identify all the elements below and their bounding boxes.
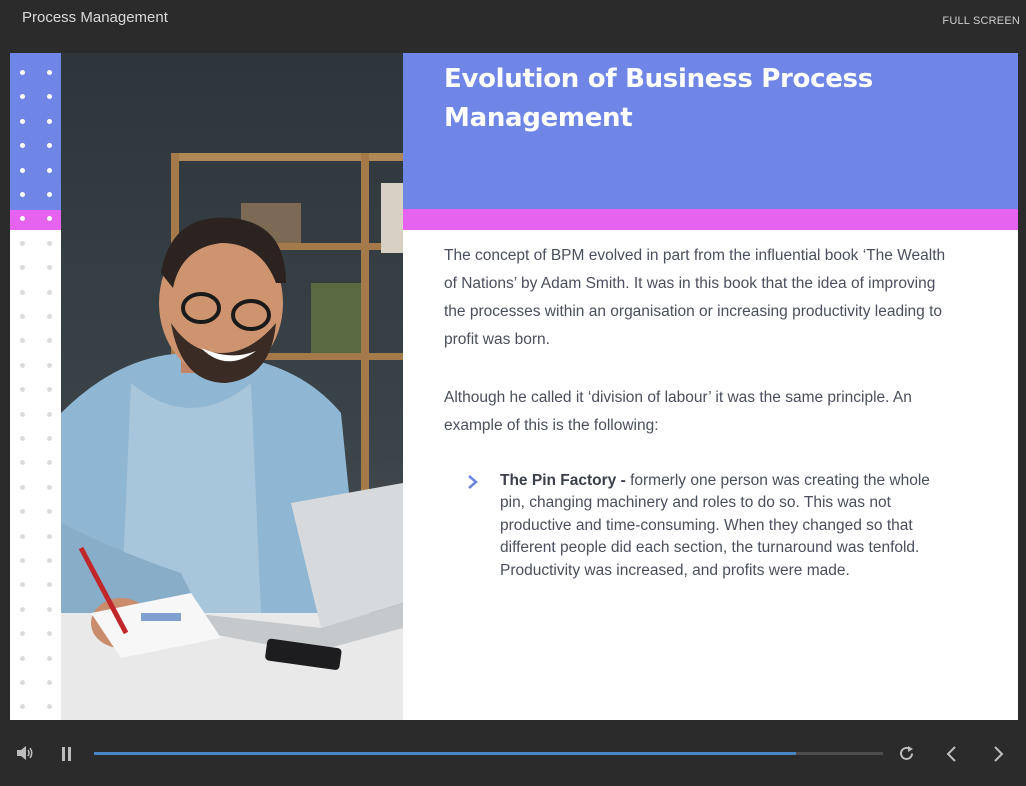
slide-title: Evolution of Business Process Management xyxy=(444,64,873,133)
decorative-dot xyxy=(47,70,52,75)
decorative-dot xyxy=(47,192,52,197)
decorative-dot xyxy=(20,631,25,637)
chevron-right-icon xyxy=(468,475,478,489)
fullscreen-button[interactable]: FULL SCREEN xyxy=(942,15,1020,27)
bullet-bold-label: The Pin Factory - xyxy=(500,472,631,489)
prev-icon[interactable] xyxy=(945,746,957,762)
decorative-dot xyxy=(47,631,52,637)
decorative-dot xyxy=(47,143,52,149)
decorative-dot xyxy=(47,655,52,661)
decorative-dot xyxy=(47,582,52,588)
decorative-dot xyxy=(47,460,52,466)
decorative-dot xyxy=(47,704,52,710)
bullet-text: The Pin Factory - formerly one person wa… xyxy=(500,470,945,582)
decorative-dot xyxy=(20,558,25,563)
decorative-dot-strip xyxy=(10,53,61,720)
decorative-dot xyxy=(20,655,25,661)
decorative-dot xyxy=(47,94,52,100)
decorative-dot xyxy=(47,484,52,490)
decorative-dot xyxy=(20,460,25,466)
paragraph-division-of-labour: Although he called it ‘division of labou… xyxy=(444,389,912,434)
decorative-dot xyxy=(20,606,25,612)
decorative-dot xyxy=(20,680,25,685)
decorative-dot xyxy=(47,606,52,612)
decorative-dot xyxy=(20,509,25,515)
replay-icon[interactable] xyxy=(898,745,915,762)
decorative-dot xyxy=(20,143,25,149)
decorative-dot xyxy=(20,265,25,271)
decorative-dot xyxy=(20,338,25,344)
decorative-dot xyxy=(20,314,25,319)
decorative-dot xyxy=(20,362,25,368)
decorative-dot xyxy=(47,558,52,563)
decorative-dot xyxy=(47,289,52,295)
decorative-dot xyxy=(47,362,52,368)
decorative-dot xyxy=(20,411,25,417)
decorative-dot xyxy=(47,167,52,173)
progress-bar[interactable] xyxy=(94,752,883,755)
decorative-dot xyxy=(20,167,25,173)
decorative-dot xyxy=(47,509,52,515)
decorative-dot xyxy=(47,338,52,344)
slide-photo xyxy=(61,53,403,720)
decorative-dot xyxy=(20,436,25,441)
decorative-dot xyxy=(20,216,25,222)
decorative-dot xyxy=(20,484,25,490)
player-controls xyxy=(0,720,1026,786)
top-bar: Process Management FULL SCREEN xyxy=(0,0,1026,53)
title-accent-bar xyxy=(403,209,1018,230)
decorative-dot xyxy=(47,387,52,393)
decorative-dot xyxy=(47,436,52,441)
app-title: Process Management xyxy=(22,9,168,26)
progress-fill xyxy=(94,752,797,755)
decorative-dot xyxy=(47,216,52,222)
decorative-dot xyxy=(20,118,25,124)
decorative-dot xyxy=(20,289,25,295)
decorative-dot xyxy=(20,94,25,100)
decorative-dot xyxy=(20,533,25,539)
decorative-dot xyxy=(20,192,25,197)
decorative-dot xyxy=(20,387,25,393)
decorative-dot xyxy=(47,240,52,246)
paragraph-intro: The concept of BPM evolved in part from … xyxy=(444,247,946,348)
next-icon[interactable] xyxy=(993,746,1005,762)
decorative-dot xyxy=(20,704,25,710)
decorative-dot xyxy=(47,680,52,685)
decorative-dot xyxy=(20,582,25,588)
decorative-dot xyxy=(20,240,25,246)
decorative-dot xyxy=(47,314,52,319)
decorative-dot xyxy=(47,533,52,539)
volume-icon[interactable] xyxy=(16,745,36,761)
decorative-dot xyxy=(20,70,25,75)
decorative-dot xyxy=(47,411,52,417)
decorative-dot xyxy=(47,118,52,124)
pause-icon[interactable] xyxy=(61,747,73,761)
decorative-dot xyxy=(47,265,52,271)
